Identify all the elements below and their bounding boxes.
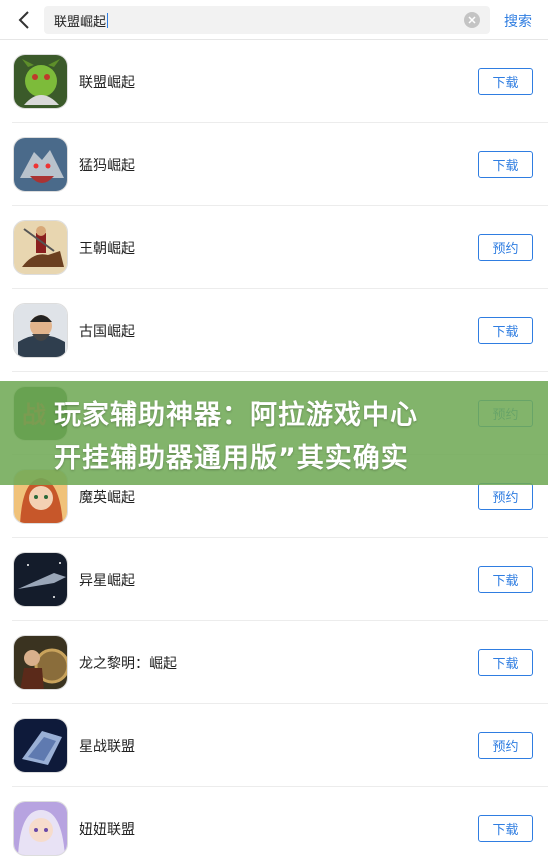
reserve-button[interactable]: 预约 [478,483,533,510]
list-item[interactable]: 猛犸崛起 下载 [12,123,548,206]
download-button[interactable]: 下载 [478,649,533,676]
spaceship-icon [13,552,68,607]
general-portrait-icon [13,303,68,358]
list-item[interactable]: 妞妞联盟 下载 [12,787,548,868]
app-name: 古国崛起 [79,324,135,340]
reserve-button[interactable]: 预约 [478,732,533,759]
list-item[interactable]: 王朝崛起 预约 [12,206,548,289]
reserve-button[interactable]: 预约 [478,234,533,261]
anime-girl-icon [13,801,68,856]
app-name: 王朝崛起 [79,241,135,257]
list-item[interactable]: 古国崛起 下载 [12,289,548,372]
banner-line-1: 玩家辅助神器：阿拉游戏中心 [54,400,418,431]
search-header: 联盟崛起 搜索 [0,0,548,40]
search-input-value: 联盟崛起 [54,14,107,30]
app-name: 联盟崛起 [79,75,135,91]
list-item[interactable]: 异星崛起 下载 [12,538,548,621]
text-cursor [107,12,109,28]
download-button[interactable]: 下载 [478,566,533,593]
app-name: 妞妞联盟 [79,822,135,838]
download-button[interactable]: 下载 [478,68,533,95]
search-input[interactable]: 联盟崛起 [44,6,490,34]
app-name: 猛犸崛起 [79,158,135,174]
back-button[interactable] [12,8,36,32]
list-item[interactable]: 龙之黎明：崛起 下载 [12,621,548,704]
search-button[interactable]: 搜索 [504,11,532,31]
app-name: 魔英崛起 [79,490,135,506]
app-name: 龙之黎明：崛起 [79,656,177,672]
clear-search-button[interactable] [464,12,480,28]
app-name: 异星崛起 [79,573,135,589]
close-icon [468,16,476,24]
overlay-banner: 玩家辅助神器：阿拉游戏中心 开挂辅助器通用版”其实确实 [0,381,548,485]
download-button[interactable]: 下载 [478,151,533,178]
green-orc-icon [13,54,68,109]
warrior-on-horse-icon [13,220,68,275]
wolf-icon [13,137,68,192]
list-item[interactable]: 联盟崛起 下载 [12,40,548,123]
download-button[interactable]: 下载 [478,815,533,842]
app-name: 星战联盟 [79,739,135,755]
shield-warrior-icon [13,635,68,690]
chevron-left-icon [18,11,29,29]
list-item[interactable]: 星战联盟 预约 [12,704,548,787]
mech-icon [13,718,68,773]
banner-line-2: 开挂辅助器通用版”其实确实 [54,443,409,474]
download-button[interactable]: 下载 [478,317,533,344]
